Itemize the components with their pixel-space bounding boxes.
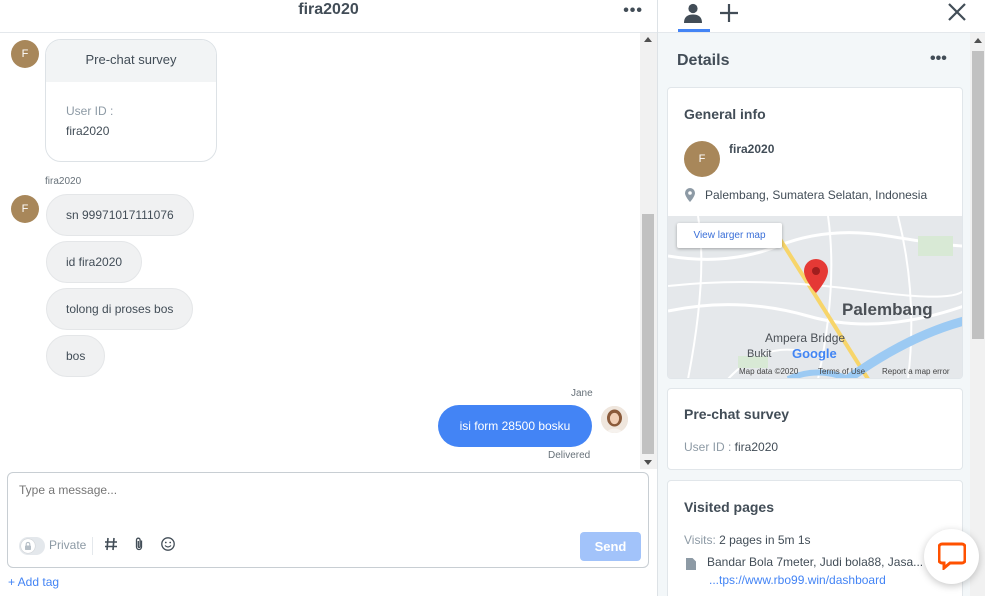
prechat-survey-card: Pre-chat survey User ID : fira2020 [667, 388, 963, 470]
general-info-title: General info [684, 106, 766, 122]
survey-message-card: Pre-chat survey User ID : fira2020 [45, 39, 217, 162]
outgoing-message: isi form 28500 bosku [438, 405, 592, 447]
private-toggle[interactable] [19, 537, 45, 555]
prechat-user-id-value: fira2020 [734, 440, 779, 454]
chat-more-menu-icon[interactable]: ••• [623, 2, 643, 20]
survey-card-title: Pre-chat survey [46, 40, 216, 82]
location-map[interactable]: View larger map Palembang Ampera Bridge … [668, 216, 962, 378]
visited-pages-card: Visited pages Visits: 2 pages in 5m 1s B… [667, 480, 963, 596]
view-larger-map-button[interactable]: View larger map [677, 223, 782, 248]
map-report-link[interactable]: Report a map error [882, 367, 950, 376]
page-document-icon [686, 557, 696, 575]
agent-avatar [601, 406, 628, 433]
chat-widget-button[interactable] [924, 529, 979, 584]
customer-location: Palembang, Sumatera Selatan, Indonesia [705, 188, 928, 202]
scroll-down-arrow-icon[interactable] [644, 460, 652, 465]
chat-header: fira2020 ••• [0, 0, 657, 33]
details-scroll-up-icon[interactable] [974, 38, 982, 43]
message-composer: Private Send [7, 472, 649, 568]
google-logo: Google [792, 346, 837, 361]
survey-card-user-id-value: fira2020 [66, 124, 110, 138]
visited-page-url[interactable]: ...tps://www.rbo99.win/dashboard [709, 573, 886, 587]
tab-person-icon[interactable] [682, 2, 704, 29]
map-bukit-label: Bukit [747, 348, 772, 360]
chat-pane: fira2020 ••• F Pre-chat survey User ID :… [0, 0, 657, 596]
customer-avatar: F [684, 141, 720, 177]
incoming-message: id fira2020 [46, 241, 143, 283]
attachment-paperclip-icon[interactable] [132, 536, 146, 555]
prechat-user-id-label: User ID : [684, 440, 735, 454]
scroll-up-arrow-icon[interactable] [644, 37, 652, 42]
map-pin-icon [804, 259, 828, 293]
visited-pages-title: Visited pages [684, 499, 775, 515]
customer-avatar: F [11, 40, 39, 68]
map-bridge-label: Ampera Bridge [765, 331, 846, 345]
message-input[interactable] [19, 483, 619, 497]
visits-value: 2 pages in 5m 1s [719, 533, 811, 547]
emoji-icon[interactable] [160, 536, 176, 555]
send-button[interactable]: Send [580, 532, 641, 561]
toggle-knob [21, 539, 35, 553]
delivery-status: Delivered [548, 450, 591, 461]
details-more-menu-icon[interactable]: ••• [930, 50, 947, 68]
details-scrollbar-thumb[interactable] [972, 51, 984, 339]
canned-response-hash-icon[interactable] [104, 536, 118, 555]
chat-title: fira2020 [298, 1, 359, 18]
general-info-card: General info F fira2020 Palembang, Sumat… [667, 87, 963, 379]
close-details-icon[interactable] [948, 3, 966, 26]
chat-scrollbar-thumb[interactable] [642, 214, 654, 454]
incoming-message: sn 99971017111076 [46, 194, 194, 236]
add-tag-link[interactable]: + Add tag [8, 575, 59, 589]
visits-label: Visits: [684, 533, 720, 547]
incoming-message: bos [46, 335, 106, 377]
chat-bubble-icon [938, 542, 966, 570]
details-title: Details [677, 52, 730, 69]
customer-name: fira2020 [729, 142, 775, 156]
prechat-survey-title: Pre-chat survey [684, 406, 790, 422]
incoming-message: tolong di proses bos [46, 288, 194, 330]
sender-name: fira2020 [45, 176, 82, 187]
visited-page-title: Bandar Bola 7meter, Judi bola88, Jasa... [707, 555, 924, 569]
add-tab-plus-icon[interactable] [719, 3, 739, 28]
message-list: F Pre-chat survey User ID : fira2020 fir… [0, 33, 657, 469]
survey-card-user-id-label: User ID : [66, 104, 114, 118]
composer-divider [92, 537, 93, 555]
location-pin-icon [685, 188, 695, 207]
prechat-user-id-row: User ID : fira2020 [684, 438, 778, 456]
tab-active-indicator [678, 29, 710, 32]
map-data-credit: Map data ©2020 [739, 367, 799, 376]
private-label: Private [49, 538, 87, 552]
details-pane: Details ••• General info F fira2020 Pale… [657, 0, 985, 596]
customer-avatar: F [11, 195, 39, 223]
visits-row: Visits: 2 pages in 5m 1s [684, 531, 811, 549]
map-terms-link[interactable]: Terms of Use [818, 367, 865, 376]
app-root: fira2020 ••• F Pre-chat survey User ID :… [0, 0, 985, 596]
map-city-label: Palembang [842, 300, 933, 319]
lock-icon [25, 541, 31, 550]
details-topbar [658, 0, 985, 33]
agent-name: Jane [571, 388, 593, 399]
